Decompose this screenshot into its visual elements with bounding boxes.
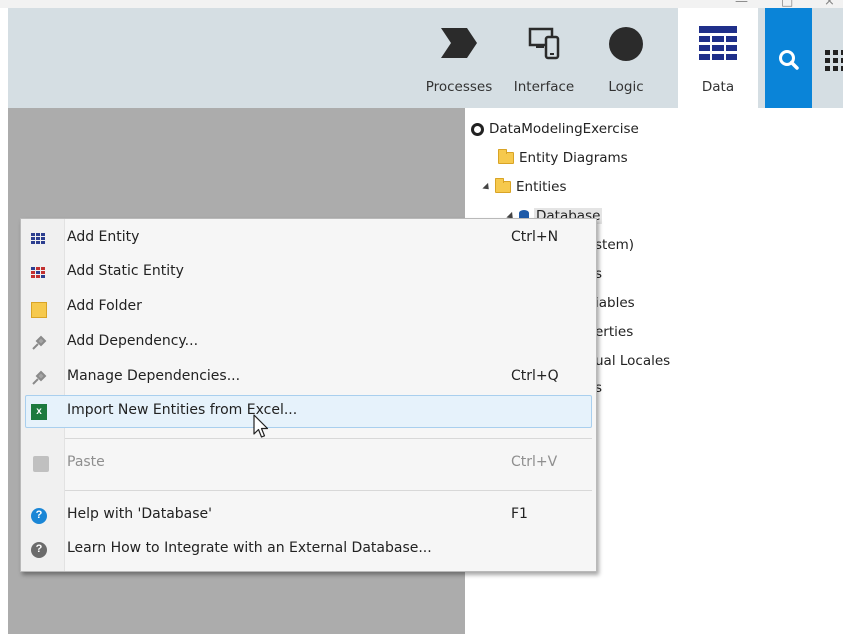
expand-arrow-icon[interactable] <box>482 182 492 192</box>
menu-item-add-folder[interactable]: Add Folder <box>25 291 592 324</box>
folder-icon <box>31 302 47 318</box>
menu-item-add-dependency[interactable]: Add Dependency... <box>25 326 592 359</box>
menu-item-paste: Paste Ctrl+V <box>25 447 592 480</box>
tab-logic-label: Logic <box>608 79 644 95</box>
plug-icon <box>31 370 47 386</box>
paste-icon <box>33 456 49 472</box>
menu-item-add-entity[interactable]: Add Entity Ctrl+N <box>25 222 592 255</box>
menu-item-shortcut: Ctrl+V <box>511 454 558 470</box>
tab-interface[interactable]: Interface <box>506 8 582 108</box>
tree-item-label: Entities <box>516 179 567 195</box>
excel-icon: x <box>31 404 47 420</box>
help-icon: ? <box>31 508 47 524</box>
tree-module[interactable]: DataModelingExercise <box>471 121 639 137</box>
tree-module-label: DataModelingExercise <box>489 121 639 137</box>
main-toolbar: Processes Interface Logic Data <box>8 8 843 108</box>
mouse-cursor-icon <box>253 414 269 438</box>
tree-item-label: erties <box>595 324 634 340</box>
menu-item-manage-dependencies[interactable]: Manage Dependencies... Ctrl+Q <box>25 361 592 394</box>
tree-item-entity-diagrams[interactable]: Entity Diagrams <box>498 149 628 166</box>
menu-item-label: Manage Dependencies... <box>67 368 241 384</box>
question-icon: ? <box>31 542 47 558</box>
apps-grid-icon <box>825 50 843 71</box>
tab-data-label: Data <box>701 79 735 95</box>
apps-button[interactable] <box>814 8 843 108</box>
menu-item-import-excel[interactable]: x Import New Entities from Excel... <box>25 395 592 428</box>
module-icon <box>471 122 484 136</box>
tab-logic[interactable]: Logic <box>594 8 658 108</box>
menu-item-label: Add Entity <box>67 229 140 245</box>
tree-item-label: iables <box>595 295 635 311</box>
menu-item-label: Paste <box>67 454 105 470</box>
search-button[interactable] <box>765 8 812 108</box>
menu-item-shortcut: Ctrl+Q <box>511 368 559 384</box>
menu-separator <box>65 438 592 439</box>
menu-item-label: Add Static Entity <box>67 263 184 279</box>
search-icon <box>779 50 799 70</box>
processes-chevron-icon <box>441 28 477 58</box>
menu-separator <box>65 490 592 491</box>
tree-item-partial[interactable]: erties <box>595 324 633 340</box>
entity-grid-icon <box>31 233 47 249</box>
tree-item-label: ual Locales <box>595 353 671 369</box>
menu-item-shortcut: Ctrl+N <box>511 229 559 245</box>
tab-data[interactable]: Data <box>678 8 758 108</box>
menu-item-add-static-entity[interactable]: Add Static Entity <box>25 256 592 289</box>
interface-devices-icon <box>528 27 560 60</box>
menu-item-help-database[interactable]: ? Help with 'Database' F1 <box>25 499 592 532</box>
tab-processes[interactable]: Processes <box>418 8 500 108</box>
menu-item-label: Help with 'Database' <box>67 506 213 522</box>
menu-item-shortcut: F1 <box>511 506 528 522</box>
menu-item-label: Add Dependency... <box>67 333 199 349</box>
open-folder-icon <box>495 178 511 193</box>
menu-item-label: Add Folder <box>67 298 142 314</box>
data-grid-icon <box>699 26 737 60</box>
logic-circle-icon <box>609 27 643 61</box>
tab-interface-label: Interface <box>513 79 575 95</box>
menu-item-learn-external-db[interactable]: ? Learn How to Integrate with an Externa… <box>25 533 592 566</box>
tree-item-partial[interactable]: iables <box>595 295 635 311</box>
plug-icon <box>31 335 47 351</box>
tree-item-label: Entity Diagrams <box>519 150 628 166</box>
tree-item-entities[interactable]: Entities <box>482 178 567 195</box>
static-entity-grid-icon <box>31 267 47 283</box>
tree-item-partial[interactable]: stem) <box>595 237 634 253</box>
menu-item-label: Learn How to Integrate with an External … <box>67 540 432 556</box>
title-bar <box>0 0 843 8</box>
folder-icon <box>498 149 514 164</box>
context-menu: Add Entity Ctrl+N Add Static Entity Add … <box>20 218 597 572</box>
tab-processes-label: Processes <box>425 79 493 95</box>
tree-item-label: stem) <box>595 237 635 253</box>
tree-item-partial[interactable]: ual Locales <box>595 353 670 369</box>
